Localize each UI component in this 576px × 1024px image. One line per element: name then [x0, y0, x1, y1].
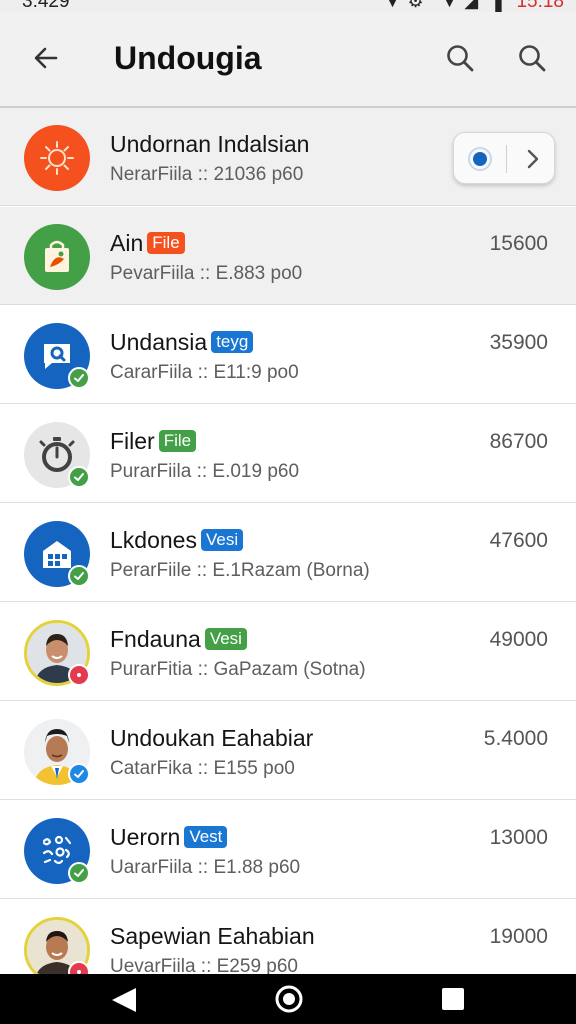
item-subtitle: UevarFiila :: E259 p60: [110, 956, 298, 974]
item-tag: Vesi: [200, 529, 244, 551]
status-battery-text: 15:18: [516, 0, 564, 12]
item-name: Lkdones: [110, 526, 197, 553]
item-subtitle: PurarFitia :: GaPazam (Sotna): [110, 659, 366, 680]
list-item[interactable]: Sapewian Eahabian UevarFiila :: E259 p60…: [0, 900, 576, 974]
check-icon: [74, 770, 84, 778]
item-subtitle: NerarFiila :: 21036 p60: [110, 164, 304, 185]
item-name: Filer: [110, 427, 155, 454]
divider: [506, 145, 507, 173]
status-dot-icon: [77, 970, 81, 974]
item-tag: Vest: [184, 826, 228, 848]
check-icon: [74, 869, 84, 877]
item-tag: File: [158, 430, 197, 452]
item-name: Undansia: [110, 328, 208, 355]
verified-badge: [68, 466, 90, 488]
item-subtitle: UararFiila :: E1.88 p60: [110, 857, 301, 878]
search-icon: [447, 45, 474, 72]
item-amount: 19000: [489, 925, 548, 948]
avatar: [24, 125, 90, 191]
item-amount: 15600: [489, 232, 548, 255]
item-tag: File: [147, 232, 185, 254]
item-subtitle: CatarFika :: E155 po0: [110, 758, 295, 779]
list-item[interactable]: Ain File PevarFiila :: E.883 po0 15600: [0, 207, 576, 305]
status-bar: 3:429 ▼⚙ ▼◢ ▌ 15:18: [0, 0, 576, 12]
arrow-left-icon: [34, 47, 58, 69]
nav-home-icon[interactable]: [274, 984, 304, 1014]
item-subtitle: PevarFiila :: E.883 po0: [110, 263, 303, 284]
app-bar: Undougia: [0, 12, 576, 108]
avatar: [24, 224, 90, 290]
radio-button[interactable]: [468, 147, 492, 171]
item-amount: 5.4000: [483, 727, 548, 750]
item-name: Ain: [110, 229, 144, 256]
list-item[interactable]: Filer File PurarFiila :: E.019 p60 86700: [0, 405, 576, 503]
item-name: Undornan Indalsian: [110, 130, 310, 157]
verified-badge: [68, 565, 90, 587]
status-icons: ▼⚙ ▼◢ ▌: [383, 0, 514, 11]
check-icon: [74, 473, 84, 481]
search-button[interactable]: [440, 38, 480, 78]
item-amount: 35900: [489, 331, 548, 354]
list-item[interactable]: Undansia teyg CararFiila :: E11:9 po0 35…: [0, 306, 576, 404]
check-icon: [74, 572, 84, 580]
verified-badge: [68, 367, 90, 389]
shopping-bag-icon: [45, 240, 69, 272]
selection-control[interactable]: [453, 132, 555, 184]
check-icon: [74, 374, 84, 382]
status-time: 3:429: [22, 0, 70, 12]
item-name: Uerorn: [110, 823, 181, 850]
status-badge: [68, 664, 90, 686]
search-icon: [519, 45, 546, 72]
item-subtitle: PerarFiile :: E.1Razam (Borna): [110, 560, 370, 581]
search-button-secondary[interactable]: [512, 38, 552, 78]
item-list: Undornan Indalsian NerarFiila :: 21036 p…: [0, 108, 576, 974]
item-name: Fndauna: [110, 625, 201, 652]
list-item[interactable]: Fndauna Vesi PurarFitia :: GaPazam (Sotn…: [0, 603, 576, 701]
back-button[interactable]: [26, 38, 66, 78]
verified-badge: [68, 862, 90, 884]
list-item[interactable]: Uerorn Vest UararFiila :: E1.88 p60 1300…: [0, 801, 576, 899]
nav-recents-icon[interactable]: [442, 988, 464, 1010]
item-tag: teyg: [211, 331, 254, 353]
page-title: Undougia: [114, 40, 262, 76]
status-dot-icon: [77, 673, 81, 677]
item-amount: 47600: [489, 529, 548, 552]
nav-back-icon[interactable]: [108, 986, 138, 1014]
item-subtitle: CararFiila :: E11:9 po0: [110, 362, 299, 383]
item-amount: 13000: [489, 826, 548, 849]
item-amount: 86700: [489, 430, 548, 453]
item-name: Sapewian Eahabian: [110, 922, 315, 949]
item-subtitle: PurarFiila :: E.019 p60: [110, 461, 300, 482]
sun-logo-icon: [40, 141, 74, 175]
list-item[interactable]: Undornan Indalsian NerarFiila :: 21036 p…: [0, 108, 576, 206]
item-amount: 49000: [489, 628, 548, 651]
item-tag: Vesi: [204, 628, 247, 650]
verified-badge: [68, 763, 90, 785]
item-name: Undoukan Eahabiar: [110, 724, 314, 751]
system-nav-bar: [0, 974, 576, 1024]
list-item[interactable]: Lkdones Vesi PerarFiile :: E.1Razam (Bor…: [0, 504, 576, 602]
list-item[interactable]: Undoukan Eahabiar CatarFika :: E155 po0 …: [0, 702, 576, 800]
chevron-right-icon[interactable]: [520, 146, 546, 172]
